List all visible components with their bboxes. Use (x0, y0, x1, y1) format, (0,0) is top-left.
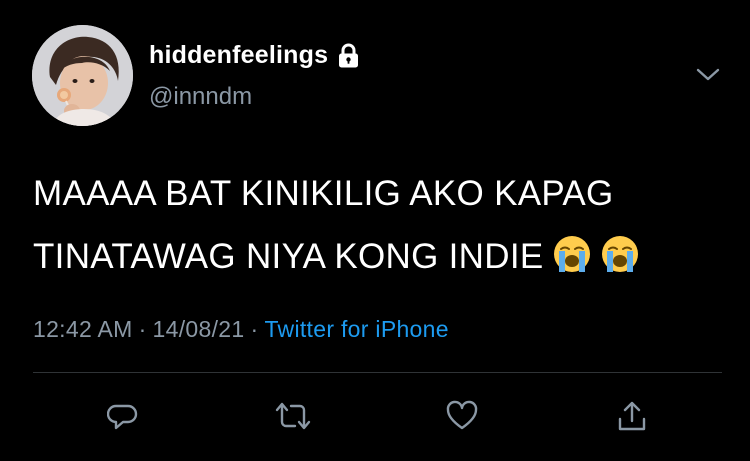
tweet-card: hiddenfeelings @innndm MAAAA BAT KINIKIL… (0, 0, 750, 461)
share-icon (616, 399, 648, 438)
share-button[interactable] (608, 394, 656, 442)
chevron-down-icon[interactable] (694, 64, 722, 86)
handle[interactable]: @innndm (149, 83, 252, 111)
action-bar (0, 394, 750, 442)
avatar[interactable] (32, 25, 133, 126)
meta-separator: · (250, 316, 259, 342)
loudly-crying-face-emoji (600, 231, 640, 272)
meta-separator: · (138, 316, 147, 342)
tweet-text-line: TINATAWAG NIYA KONG INDIE (33, 225, 723, 288)
tweet-date: 14/08/21 (152, 316, 245, 342)
lock-icon (337, 43, 360, 69)
tweet-meta: 12:42 AM · 14/08/21 · Twitter for iPhone (33, 316, 449, 343)
tweet-time: 12:42 AM (33, 316, 133, 342)
like-button[interactable] (438, 394, 486, 442)
retweet-icon (274, 400, 312, 437)
loudly-crying-face-emoji (552, 231, 592, 272)
display-name-row[interactable]: hiddenfeelings (149, 41, 360, 70)
reply-button[interactable] (99, 394, 147, 442)
reply-icon (106, 400, 139, 437)
heart-icon (445, 400, 479, 437)
tweet-source-link[interactable]: Twitter for iPhone (264, 316, 448, 342)
tweet-text-line: MAAAA BAT KINIKILIG AKO KAPAG (33, 174, 614, 213)
tweet-text-line-content: TINATAWAG NIYA KONG INDIE (33, 237, 544, 276)
retweet-button[interactable] (269, 394, 317, 442)
divider (33, 372, 722, 373)
tweet-text: MAAAA BAT KINIKILIG AKO KAPAG TINATAWAG … (33, 162, 723, 288)
display-name[interactable]: hiddenfeelings (149, 41, 328, 70)
